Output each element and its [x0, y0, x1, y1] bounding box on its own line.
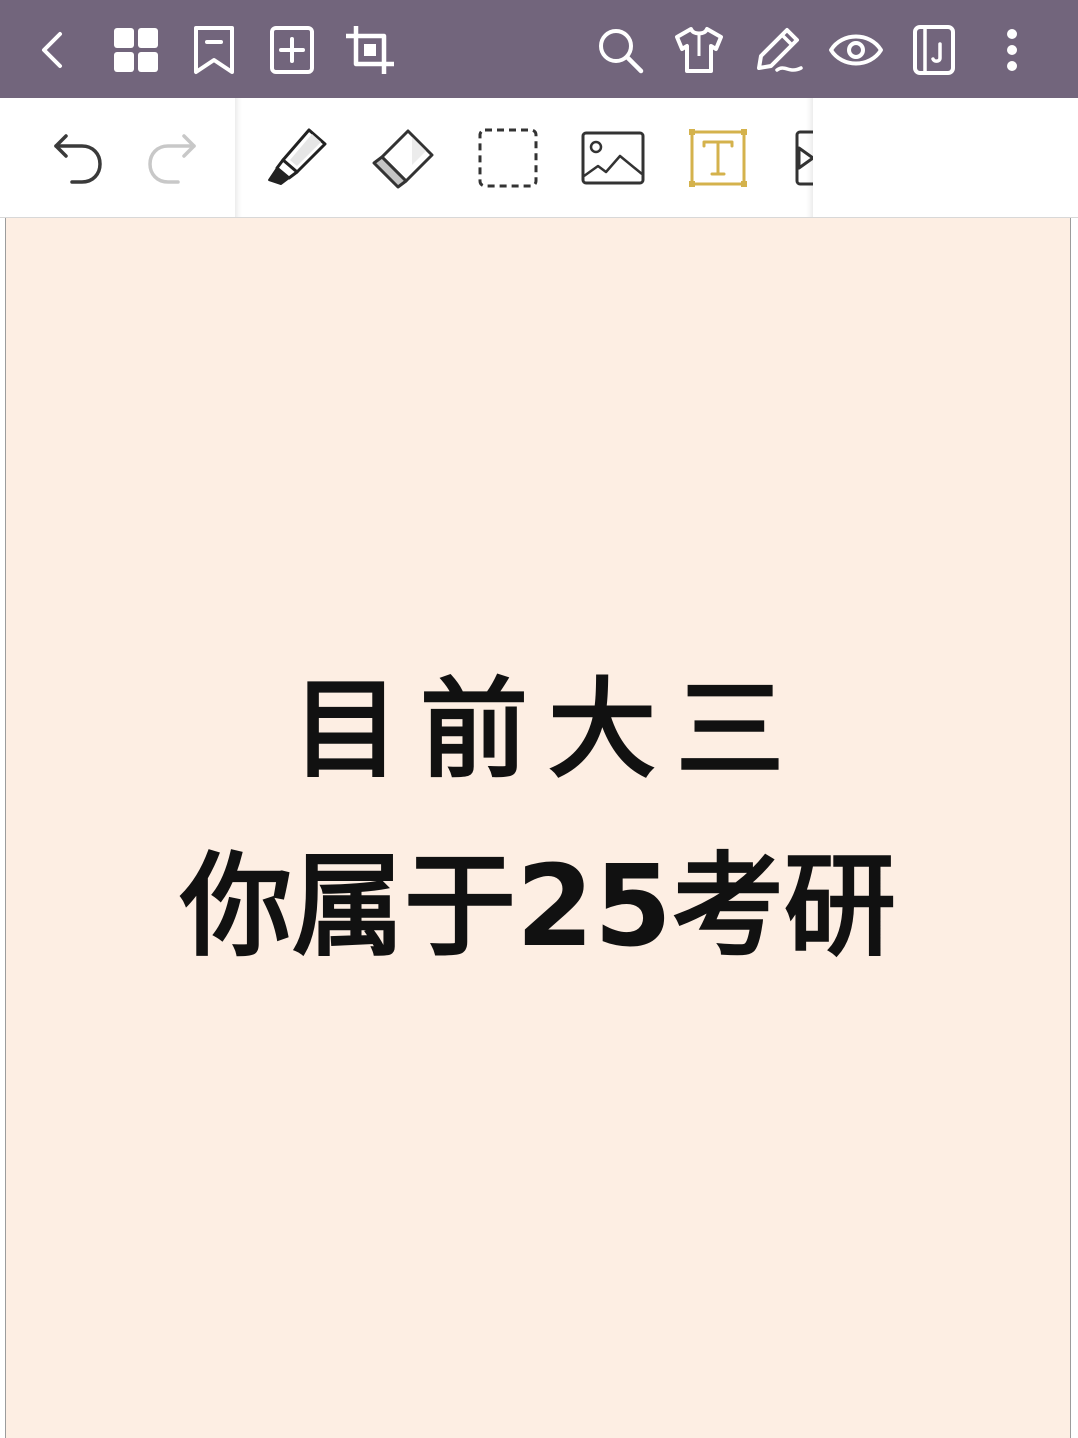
- notebook-icon: [913, 25, 955, 75]
- highlighter-tool[interactable]: [257, 120, 337, 196]
- grid-icon: [114, 28, 158, 72]
- search-button[interactable]: [590, 20, 650, 80]
- text-tool[interactable]: [678, 120, 758, 196]
- top-app-bar: [0, 0, 1078, 98]
- view-mode-button[interactable]: [826, 20, 886, 80]
- tool-bar: [0, 98, 1078, 218]
- note-page-canvas[interactable]: 目前大三 你属于25考研: [5, 218, 1071, 1438]
- handwritten-text-line-2: 你属于25考研: [180, 842, 896, 972]
- text-tool-icon: [689, 129, 747, 187]
- undo-icon: [54, 134, 102, 184]
- eraser-tool[interactable]: [363, 120, 443, 196]
- drawing-tools-group: [235, 98, 813, 217]
- eye-icon: [829, 34, 883, 66]
- eraser-icon: [372, 129, 434, 189]
- undo-button[interactable]: [36, 120, 116, 196]
- more-icon: [1007, 29, 1017, 71]
- shirt-icon: [675, 27, 723, 73]
- back-button[interactable]: [24, 20, 84, 80]
- redo-button[interactable]: [134, 120, 214, 196]
- crop-icon: [346, 26, 394, 74]
- back-icon: [42, 32, 62, 68]
- theme-button[interactable]: [669, 20, 729, 80]
- pencil-icon: [757, 28, 803, 72]
- add-page-icon: [270, 26, 314, 74]
- more-options-button[interactable]: [982, 20, 1042, 80]
- bookmark-button[interactable]: [184, 20, 244, 80]
- page-overview-button[interactable]: [106, 20, 166, 80]
- handwritten-text-line-1: 目前大三: [291, 668, 804, 793]
- history-group: [0, 98, 235, 217]
- insert-image-tool[interactable]: [573, 120, 653, 196]
- redo-icon: [148, 134, 196, 184]
- add-page-button[interactable]: [262, 20, 322, 80]
- notebook-button[interactable]: [904, 20, 964, 80]
- lasso-select-tool[interactable]: [468, 120, 548, 196]
- image-icon: [581, 131, 645, 185]
- media-icon: [795, 130, 813, 186]
- highlighter-icon: [268, 128, 327, 185]
- search-icon: [599, 29, 644, 74]
- edit-button[interactable]: [748, 20, 808, 80]
- lasso-select-icon: [478, 128, 538, 188]
- crop-button[interactable]: [340, 20, 400, 80]
- bookmark-icon: [194, 26, 234, 74]
- media-tool[interactable]: [783, 120, 813, 196]
